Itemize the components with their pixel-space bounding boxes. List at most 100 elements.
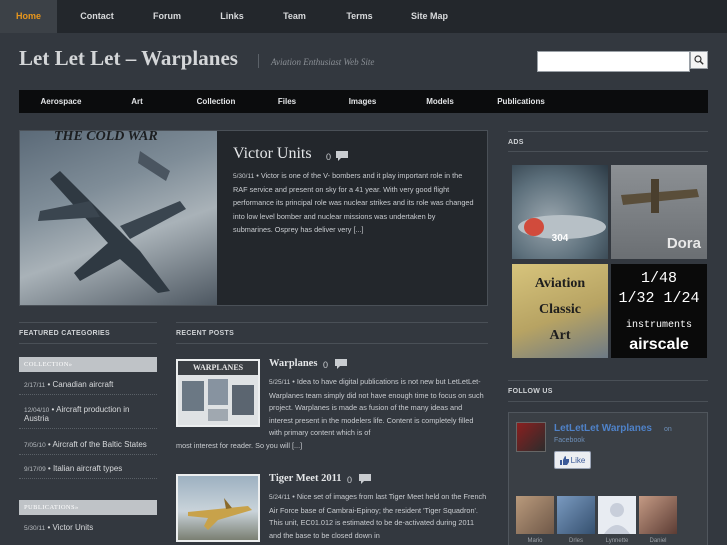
section-divider xyxy=(176,343,488,344)
featured-title[interactable]: Victor Units xyxy=(233,145,312,163)
featured-comment-count: 0 xyxy=(326,152,332,162)
post-excerpt-continued: most interest for reader. So you will [.… xyxy=(176,441,303,450)
avatar-name: Daniel xyxy=(649,538,667,544)
facebook-page-name[interactable]: LetLetLet Warplanes xyxy=(554,423,652,434)
post-date: 5/24/11 xyxy=(269,494,291,501)
nav-team[interactable]: Team xyxy=(267,0,322,33)
category-item[interactable]: 2/17/11 • Canadian aircraft xyxy=(19,380,157,395)
item-title[interactable]: Aircraft of the Baltic States xyxy=(53,440,147,449)
ad-text: instruments xyxy=(625,320,692,331)
nav-home[interactable]: Home xyxy=(0,0,57,33)
avatar[interactable] xyxy=(598,496,636,534)
ad-banner[interactable]: 304 xyxy=(512,165,608,259)
post-thumbnail[interactable]: WARPLANES xyxy=(176,359,260,427)
avatar[interactable] xyxy=(516,496,554,534)
item-title[interactable]: Victor Units xyxy=(52,523,93,532)
item-date: 2/17/11 xyxy=(24,382,46,389)
site-title[interactable]: Let Let Let – Warplanes xyxy=(19,46,238,71)
nav-forum[interactable]: Forum xyxy=(137,0,197,33)
comment-icon[interactable] xyxy=(336,151,348,162)
featured-excerpt: 5/30/11 • Victor is one of the V- bomber… xyxy=(233,171,474,234)
ad-text: Aviation xyxy=(534,276,586,291)
facebook-link[interactable]: Facebook xyxy=(554,437,585,444)
title-divider xyxy=(258,54,259,68)
ad-text: 304 xyxy=(551,233,569,244)
cat-publications[interactable]: Publications xyxy=(468,90,574,113)
site-tagline: Aviation Enthusiast Web Site xyxy=(271,57,375,67)
post-comment-count: 0 xyxy=(347,475,353,485)
ad-text: Art xyxy=(549,328,571,343)
cat-models[interactable]: Models xyxy=(412,90,468,113)
follow-heading: FOLLOW US xyxy=(508,388,553,395)
search-input[interactable] xyxy=(537,51,690,72)
cat-aerospace[interactable]: Aerospace xyxy=(19,90,103,113)
cat-art[interactable]: Art xyxy=(103,90,171,113)
comment-icon[interactable] xyxy=(335,359,347,370)
sidebar-divider xyxy=(508,151,708,152)
default-avatar-icon xyxy=(604,503,630,534)
cat-collection[interactable]: Collection xyxy=(171,90,261,113)
nav-terms[interactable]: Terms xyxy=(322,0,397,33)
thumb-caption: WARPLANES xyxy=(178,361,258,375)
sidebar-divider xyxy=(508,380,708,381)
post-text: Idea to have digital publications is not… xyxy=(269,377,484,438)
item-date: 9/17/09 xyxy=(24,466,46,473)
cat-images[interactable]: Images xyxy=(313,90,412,113)
post-title[interactable]: Tiger Meet 2011 xyxy=(269,473,342,484)
facebook-on: on xyxy=(664,426,672,433)
item-title[interactable]: Italian aircraft types xyxy=(53,464,122,473)
section-divider xyxy=(176,322,488,323)
recent-posts-heading: RECENT POSTS xyxy=(176,330,235,337)
category-nav: Aerospace Art Collection Files Images Mo… xyxy=(19,90,708,113)
avatar-name: Mario xyxy=(527,538,543,544)
item-date: 7/05/10 xyxy=(24,442,46,449)
category-item[interactable]: 5/30/11 • Victor Units xyxy=(19,523,157,537)
aircraft-graphic xyxy=(518,215,606,239)
cat-files[interactable]: Files xyxy=(261,90,313,113)
section-divider xyxy=(19,322,157,323)
post-title[interactable]: Warplanes xyxy=(269,358,317,369)
page-avatar[interactable] xyxy=(516,422,546,452)
nav-links[interactable]: Links xyxy=(197,0,267,33)
post-comment-count: 0 xyxy=(323,360,329,370)
category-label-collection[interactable]: COLLECTION» xyxy=(19,357,157,372)
category-item[interactable]: 7/05/10 • Aircraft of the Baltic States xyxy=(19,440,157,455)
item-title[interactable]: Canadian aircraft xyxy=(52,380,113,389)
avatar-name: Drles xyxy=(568,538,583,544)
ad-text: Dora xyxy=(666,235,701,252)
ad-banner[interactable]: Aviation Classic Art xyxy=(512,264,608,358)
ad-banner[interactable]: 1/48 1/32 1/24 instruments airscale xyxy=(611,264,707,358)
comment-icon[interactable] xyxy=(359,474,371,485)
ads-heading: ADS xyxy=(508,139,524,146)
nav-site-map[interactable]: Site Map xyxy=(397,0,462,33)
item-date: 5/30/11 xyxy=(24,525,46,532)
jet-graphic xyxy=(188,498,252,530)
post-excerpt: 5/25/11 • Idea to have digital publicati… xyxy=(269,377,484,438)
post-excerpt: 5/24/11 • Nice set of images from last T… xyxy=(269,492,487,540)
category-item[interactable]: 12/04/10 • Aircraft production in Austri… xyxy=(19,405,157,429)
featured-image[interactable]: THE COLD WAR xyxy=(20,131,217,305)
post-date: 5/25/11 xyxy=(269,379,291,386)
nav-contact[interactable]: Contact xyxy=(57,0,137,33)
category-label-publications[interactable]: PUBLICATIONS» xyxy=(19,500,157,515)
featured-date: 5/30/11 xyxy=(233,173,255,180)
like-label: Like xyxy=(570,455,586,465)
ad-text: 1/48 xyxy=(640,270,677,287)
section-divider xyxy=(19,343,157,344)
post-thumbnail[interactable] xyxy=(176,474,260,542)
ad-banner[interactable]: Dora xyxy=(611,165,707,259)
search-icon xyxy=(694,55,704,65)
sidebar-divider xyxy=(508,131,708,132)
top-nav: Home Contact Forum Links Team Terms Site… xyxy=(0,0,727,33)
featured-categories-heading: FEATURED CATEGORIES xyxy=(19,330,110,337)
avatar[interactable] xyxy=(639,496,677,534)
jet-illustration xyxy=(38,151,186,293)
like-button[interactable]: Like xyxy=(554,451,591,469)
post-text: Nice set of images from last Tiger Meet … xyxy=(269,492,487,540)
featured-slide: THE COLD WAR Victor Units 0 5/30/11 • Vi… xyxy=(19,130,488,306)
ad-text: 1/32 1/24 xyxy=(618,290,700,307)
search-button[interactable] xyxy=(690,51,708,69)
category-item[interactable]: 9/17/09 • Italian aircraft types xyxy=(19,464,157,479)
magazine-pages-graphic xyxy=(182,379,254,421)
avatar[interactable] xyxy=(557,496,595,534)
